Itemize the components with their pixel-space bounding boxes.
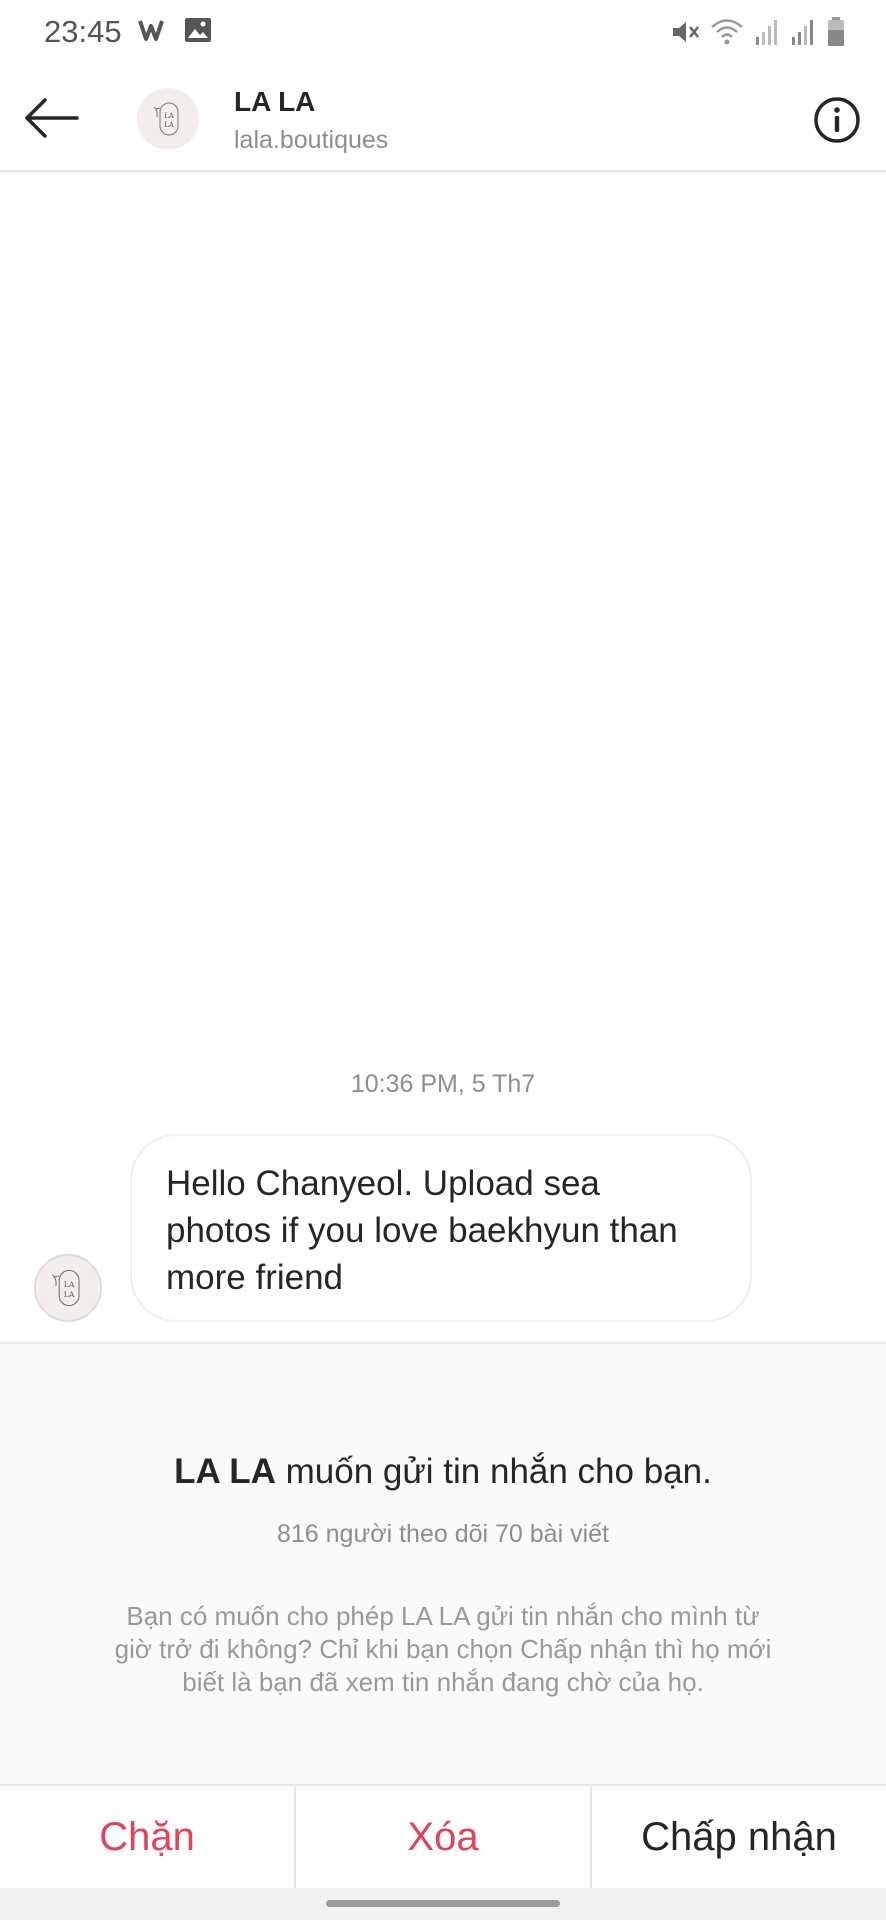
message-request-panel: LA LA muốn gửi tin nhắn cho bạn. 816 ngư… bbox=[0, 1342, 886, 1784]
sender-avatar[interactable]: LA LA bbox=[34, 1254, 102, 1322]
status-left-icons bbox=[138, 17, 212, 43]
request-sender: LA LA bbox=[174, 1452, 276, 1491]
description-line: biết là bạn đã xem tin nhắn đang chờ của… bbox=[182, 1667, 704, 1697]
message-timestamp: 10:36 PM, 5 Th7 bbox=[350, 1070, 536, 1098]
request-actions: Chặn Xóa Chấp nhận bbox=[0, 1784, 886, 1888]
wifi-icon bbox=[711, 19, 743, 45]
username: lala.boutiques bbox=[234, 126, 389, 154]
svg-text:LA: LA bbox=[64, 1280, 75, 1289]
message-line: more friend bbox=[166, 1258, 344, 1297]
lala-logo: LA LA bbox=[153, 102, 179, 136]
navigation-bar bbox=[0, 1888, 886, 1920]
back-button[interactable] bbox=[20, 90, 82, 146]
description-line: Bạn có muốn cho phép LA LA gửi tin nhắn … bbox=[126, 1601, 760, 1631]
delete-button[interactable]: Xóa bbox=[296, 1786, 592, 1888]
message-bubble[interactable]: Hello Chanyeol. Upload sea photos if you… bbox=[130, 1134, 752, 1322]
chat-header: LA LA LA LA lala.boutiques bbox=[0, 68, 886, 172]
battery-icon bbox=[828, 17, 844, 46]
message-line: photos if you love baekhyun than bbox=[166, 1211, 678, 1250]
request-stats: 816 người theo dõi 70 bài viết bbox=[277, 1520, 609, 1548]
signal-icon bbox=[792, 20, 813, 45]
request-title-text: muốn gửi tin nhắn cho bạn. bbox=[275, 1452, 712, 1491]
info-icon bbox=[814, 97, 860, 143]
svg-text:LA: LA bbox=[164, 121, 175, 129]
home-indicator[interactable] bbox=[326, 1900, 560, 1907]
status-time: 23:45 bbox=[44, 14, 122, 49]
image-icon bbox=[185, 18, 211, 42]
accept-button[interactable]: Chấp nhận bbox=[592, 1786, 886, 1888]
signal-icon bbox=[756, 20, 777, 45]
arrow-left-icon bbox=[25, 98, 79, 138]
lala-logo: LA LA bbox=[52, 1269, 80, 1307]
message-line: Hello Chanyeol. Upload sea bbox=[166, 1164, 600, 1203]
w-app-icon bbox=[138, 20, 164, 41]
status-bar: 23:45 bbox=[0, 0, 886, 68]
page-title[interactable]: LA LA bbox=[234, 86, 315, 118]
info-button[interactable] bbox=[812, 95, 862, 145]
status-right-icons bbox=[670, 16, 846, 48]
description-line: giờ trở đi không? Chỉ khi bạn chọn Chấp … bbox=[114, 1634, 772, 1664]
svg-text:LA: LA bbox=[164, 112, 175, 120]
request-title: LA LA muốn gửi tin nhắn cho bạn. bbox=[0, 1452, 886, 1492]
svg-text:LA: LA bbox=[64, 1290, 75, 1299]
mute-icon bbox=[673, 22, 699, 42]
avatar[interactable]: LA LA bbox=[137, 88, 199, 150]
request-description: Bạn có muốn cho phép LA LA gửi tin nhắn … bbox=[72, 1600, 814, 1699]
block-button[interactable]: Chặn bbox=[0, 1786, 296, 1888]
